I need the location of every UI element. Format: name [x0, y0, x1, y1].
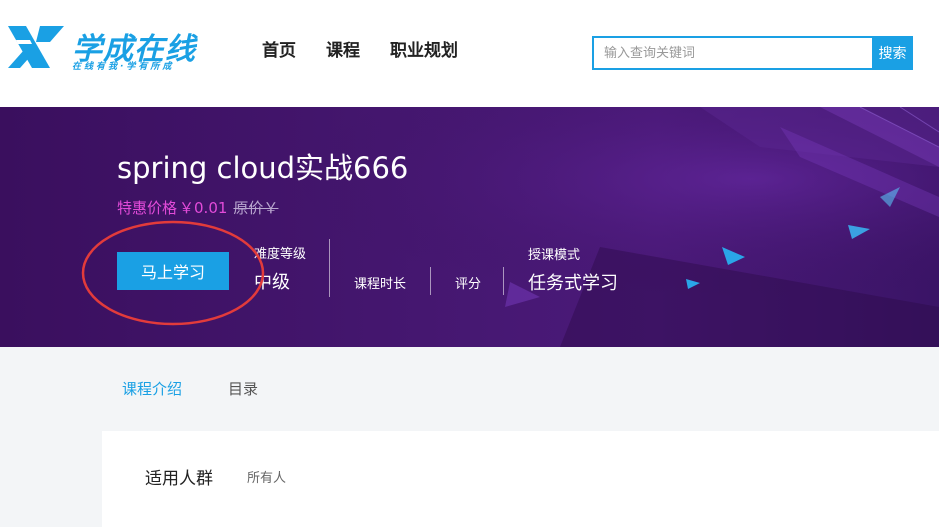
price-value: ￥0.01: [179, 199, 228, 217]
tab-catalog[interactable]: 目录: [228, 378, 258, 399]
info-divider: [503, 267, 504, 295]
nav-item-courses[interactable]: 课程: [326, 36, 360, 61]
search-input[interactable]: [592, 36, 872, 70]
original-price: 原价￥: [233, 199, 279, 217]
rating-label: 评分: [455, 277, 482, 292]
logo-slogan: 在线有我·学有所成: [72, 62, 175, 72]
teach-mode-label: 授课模式: [528, 248, 581, 263]
audience-title: 适用人群: [145, 469, 213, 489]
search-bar: 搜索: [592, 36, 913, 70]
search-button[interactable]: 搜索: [872, 36, 913, 70]
info-divider: [329, 239, 330, 297]
course-tabs: 课程介绍 目录: [122, 378, 258, 399]
teach-mode-value: 任务式学习: [528, 273, 618, 294]
price-label: 特惠价格: [117, 199, 178, 217]
audience-value: 所有人: [247, 471, 287, 486]
duration-info: 课程时长: [354, 273, 406, 292]
course-detail-card: 适用人群 所有人: [102, 431, 939, 527]
annotation-circle: [81, 220, 265, 326]
info-divider: [430, 267, 431, 295]
teach-mode-info: 授课模式 任务式学习: [528, 244, 618, 295]
nav-item-home[interactable]: 首页: [262, 36, 296, 61]
duration-label: 课程时长: [354, 277, 407, 292]
tab-course-intro[interactable]: 课程介绍: [122, 378, 182, 399]
rating-info: 评分: [455, 273, 481, 292]
main-nav: 首页 课程 职业规划: [262, 36, 458, 61]
price-row: 特惠价格 ￥0.01 原价￥: [117, 197, 278, 218]
course-title: spring cloud实战666: [117, 151, 409, 185]
top-header: 学成在线 在线有我·学有所成 首页 课程 职业规划 搜索: [0, 0, 939, 107]
site-logo[interactable]: 学成在线 在线有我·学有所成: [6, 22, 206, 74]
logo-x-icon: [8, 26, 64, 68]
nav-item-career[interactable]: 职业规划: [390, 36, 458, 61]
